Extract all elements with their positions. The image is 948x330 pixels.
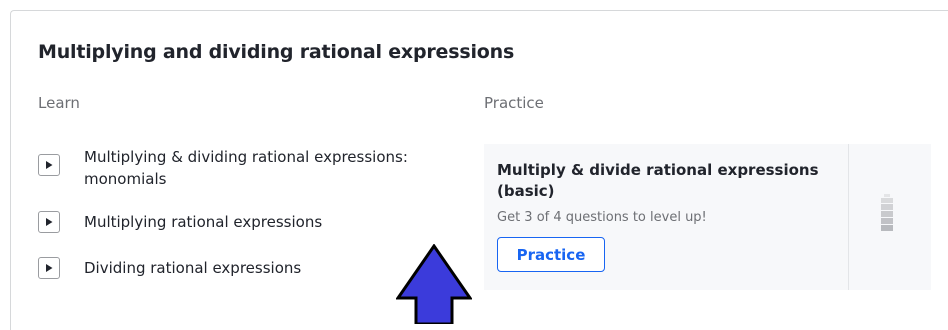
play-icon[interactable] bbox=[38, 257, 60, 279]
learn-item-dividing[interactable]: Dividing rational expressions bbox=[38, 257, 444, 279]
learn-item-label: Dividing rational expressions bbox=[84, 259, 302, 277]
learn-heading: Learn bbox=[38, 94, 80, 112]
learn-item-label: Multiplying & dividing rational expressi… bbox=[84, 148, 408, 188]
play-icon[interactable] bbox=[38, 154, 60, 176]
mastery-level-icon bbox=[880, 194, 894, 241]
play-icon[interactable] bbox=[38, 211, 60, 233]
practice-card: Multiply & divide rational expressions (… bbox=[484, 144, 931, 290]
practice-heading: Practice bbox=[484, 94, 544, 112]
practice-title[interactable]: Multiply & divide rational expressions (… bbox=[497, 160, 827, 202]
learn-item-monomials[interactable]: Multiplying & dividing rational expressi… bbox=[38, 146, 444, 190]
arrow-up-icon bbox=[395, 243, 473, 329]
practice-divider bbox=[848, 144, 849, 290]
learn-item-label: Multiplying rational expressions bbox=[84, 213, 323, 231]
practice-button[interactable]: Practice bbox=[497, 237, 605, 272]
learn-item-multiplying[interactable]: Multiplying rational expressions bbox=[38, 211, 444, 233]
unit-title: Multiplying and dividing rational expres… bbox=[38, 41, 515, 63]
practice-subtitle: Get 3 of 4 questions to level up! bbox=[497, 210, 707, 225]
